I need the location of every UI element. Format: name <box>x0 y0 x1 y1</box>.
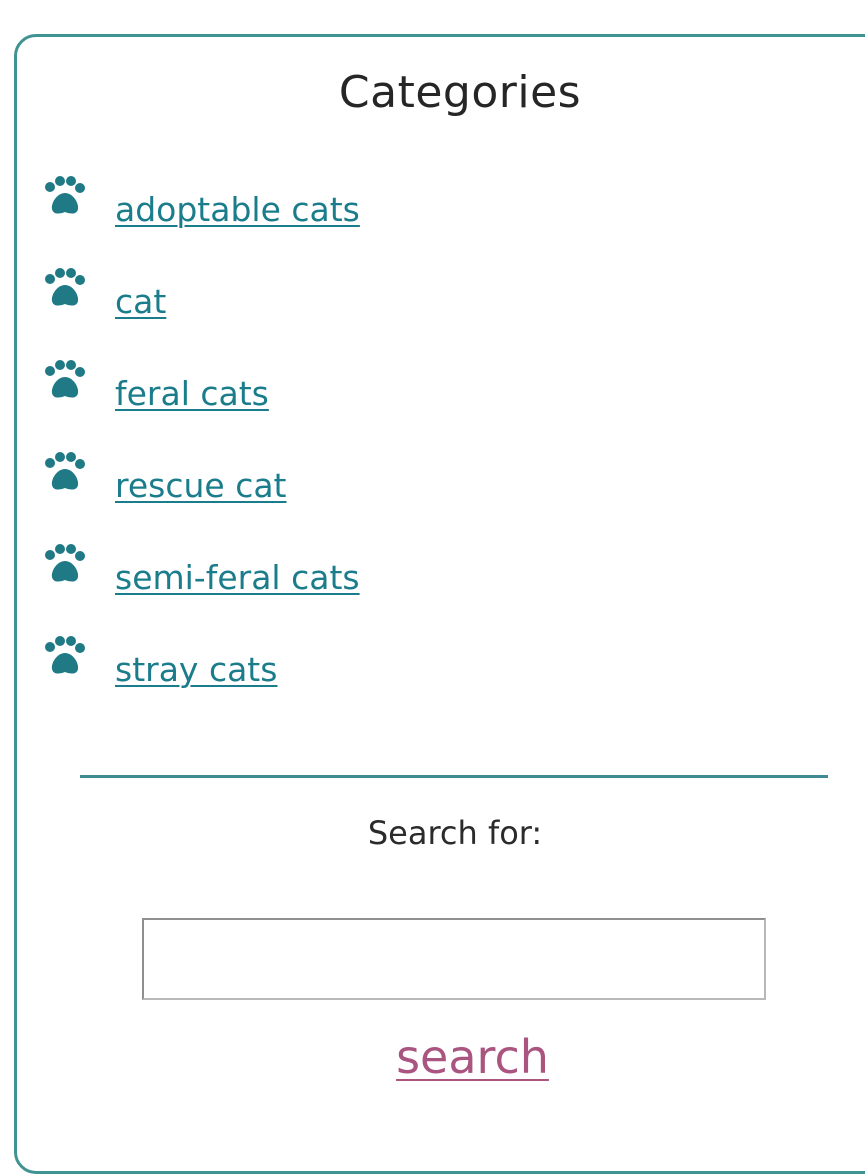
paw-icon <box>45 452 85 490</box>
search-label: Search for: <box>367 814 543 852</box>
category-item-stray-cats: stray cats <box>40 630 740 722</box>
category-link-adoptable-cats[interactable]: adoptable cats <box>115 188 360 232</box>
section-divider <box>80 775 828 778</box>
category-item-feral-cats: feral cats <box>40 354 740 446</box>
category-item-cat: cat <box>40 262 740 354</box>
paw-icon <box>45 360 85 398</box>
paw-icon <box>45 636 85 674</box>
category-link-feral-cats[interactable]: feral cats <box>115 372 269 416</box>
category-list: adoptable cats cat feral cats rescue cat… <box>40 170 740 722</box>
paw-icon <box>45 544 85 582</box>
search-button[interactable]: search <box>370 1025 575 1089</box>
category-link-cat[interactable]: cat <box>115 280 166 324</box>
paw-icon <box>45 268 85 306</box>
categories-heading-wrap: Categories <box>14 58 865 128</box>
category-item-rescue-cat: rescue cat <box>40 446 740 538</box>
category-link-semi-feral-cats[interactable]: semi-feral cats <box>115 556 360 600</box>
search-input[interactable] <box>142 918 766 1000</box>
category-link-rescue-cat[interactable]: rescue cat <box>115 464 287 508</box>
paw-icon <box>45 176 85 214</box>
categories-heading: Categories <box>338 67 582 118</box>
category-item-adoptable-cats: adoptable cats <box>40 170 740 262</box>
category-link-stray-cats[interactable]: stray cats <box>115 648 277 692</box>
category-item-semi-feral-cats: semi-feral cats <box>40 538 740 630</box>
